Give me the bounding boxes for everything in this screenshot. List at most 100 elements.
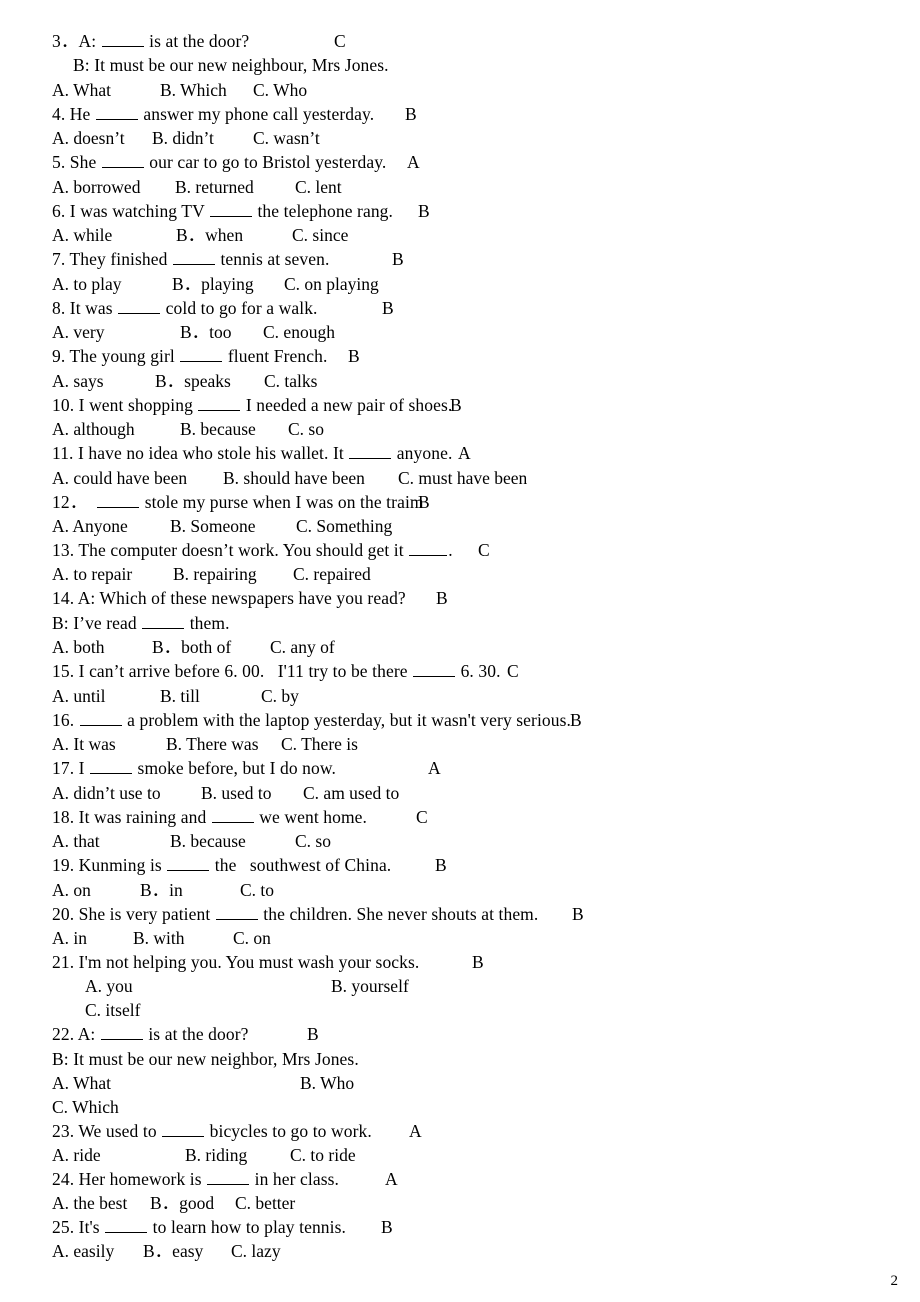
- stem-before: A:: [74, 1024, 100, 1044]
- question-stem: 24. Her homework is in her class.: [52, 1169, 339, 1189]
- stem-after: is at the door?: [143, 1024, 249, 1044]
- question-number: 22.: [52, 1024, 75, 1044]
- option-a: A. on: [52, 880, 91, 900]
- option-b: B．good: [150, 1193, 215, 1213]
- question-number: 17.: [52, 758, 75, 778]
- answer-key: A: [458, 443, 471, 463]
- stem-after: stole my purse when I was on the traim: [140, 492, 424, 512]
- answer-key: B: [405, 104, 417, 124]
- option-c: C. lazy: [231, 1241, 281, 1261]
- question-stem: 3．A: is at the door?: [52, 31, 249, 51]
- option-c: C. to: [240, 880, 275, 900]
- stem-before: [87, 492, 96, 512]
- question-stem: 6. I was watching TV the telephone rang.: [52, 201, 393, 221]
- option-a: A. to play: [52, 274, 122, 294]
- option-b: B. riding: [185, 1145, 248, 1165]
- question-number: 19.: [52, 855, 75, 875]
- option-a: A. easily: [52, 1241, 115, 1261]
- option-b: B．playing: [172, 274, 254, 294]
- stem-after: smoke before, but I do now.: [133, 758, 336, 778]
- question-stem: 23. We used to bicycles to go to work.: [52, 1121, 372, 1141]
- option-c: C. talks: [264, 371, 318, 391]
- option-b: B. should have been: [223, 468, 365, 488]
- stem-after: is at the door?: [144, 31, 250, 51]
- answer-key: A: [407, 152, 420, 172]
- option-b: B. repairing: [173, 564, 257, 584]
- option-c: C. since: [292, 225, 349, 245]
- question-extra-line: B: I’ve read them.: [52, 613, 230, 633]
- option-b: B. till: [160, 686, 200, 706]
- answer-blank: [101, 32, 144, 47]
- option-c: C. by: [261, 686, 299, 706]
- option-a: A. It was: [52, 734, 116, 754]
- answer-blank: [105, 1218, 148, 1233]
- question-stem: 10. I went shopping I needed a new pair …: [52, 395, 452, 415]
- question-stem: 8. It was cold to go for a walk.: [52, 298, 318, 318]
- question-number: 18.: [52, 807, 75, 827]
- option-b: B. There was: [166, 734, 259, 754]
- answer-blank: [211, 808, 254, 823]
- option-c: C. so: [295, 831, 331, 851]
- option-a: A. although: [52, 419, 135, 439]
- answer-key: B: [435, 855, 447, 875]
- stem-before: I was watching TV: [65, 201, 209, 221]
- option-b: B．in: [140, 880, 183, 900]
- question-stem: 20. She is very patient the children. Sh…: [52, 904, 538, 924]
- question-stem: 22. A: is at the door?: [52, 1024, 249, 1044]
- option-c: C. itself: [85, 1000, 141, 1020]
- option-c: C. on: [233, 928, 271, 948]
- option-a: A. while: [52, 225, 113, 245]
- option-a: A. Anyone: [52, 516, 128, 536]
- answer-key: A: [428, 758, 441, 778]
- answer-blank: [118, 299, 161, 314]
- option-b: B．when: [176, 225, 244, 245]
- stem-before: She is very patient: [74, 904, 215, 924]
- answer-key: C: [334, 31, 346, 51]
- answer-key: B: [307, 1024, 319, 1044]
- question-number: 3．: [52, 31, 79, 51]
- question-stem: 19. Kunming is the southwest of China.: [52, 855, 391, 875]
- question-stem: 9. The young girl fluent French.: [52, 346, 327, 366]
- answer-key: B: [570, 710, 582, 730]
- question-stem: 17. I smoke before, but I do now.: [52, 758, 336, 778]
- answer-blank: [79, 711, 122, 726]
- option-b: B. because: [170, 831, 246, 851]
- question-number: 8.: [52, 298, 66, 318]
- question-stem: 14. A: Which of these newspapers have yo…: [52, 588, 406, 608]
- stem-after: fluent French.: [223, 346, 328, 366]
- option-b: B. with: [133, 928, 185, 948]
- stem-before: It was: [65, 298, 118, 318]
- stem-after: cold to go for a walk.: [161, 298, 318, 318]
- stem-after: to learn how to play tennis.: [148, 1217, 346, 1237]
- question-number: 5.: [52, 152, 66, 172]
- answer-key: B: [450, 395, 462, 415]
- option-b: B. Which: [160, 80, 227, 100]
- answer-key: B: [572, 904, 584, 924]
- extra-line-before: B: I’ve read: [52, 613, 142, 633]
- stem-before: The computer doesn’t work. You should ge…: [74, 540, 409, 560]
- page-number: 2: [890, 1273, 899, 1289]
- stem-before: It was raining and: [74, 807, 211, 827]
- option-b: B．too: [180, 322, 232, 342]
- option-a: A. both: [52, 637, 105, 657]
- option-c: C. lent: [295, 177, 342, 197]
- option-a: A. could have been: [52, 468, 188, 488]
- option-a: A. doesn’t: [52, 128, 125, 148]
- stem-after: 6. 30.: [456, 661, 501, 681]
- stem-after: the children. She never shouts at them.: [258, 904, 539, 924]
- stem-before: We used to: [74, 1121, 162, 1141]
- extra-line-after: them.: [185, 613, 230, 633]
- answer-blank: [349, 444, 392, 459]
- question-number: 10.: [52, 395, 75, 415]
- stem-after: the southwest of China.: [210, 855, 392, 875]
- option-c: C. better: [235, 1193, 296, 1213]
- answer-blank: [413, 662, 456, 677]
- option-b: B. Who: [300, 1073, 355, 1093]
- answer-key: B: [472, 952, 484, 972]
- option-b: B. returned: [175, 177, 254, 197]
- answer-blank: [95, 105, 138, 120]
- stem-before: Kunming is: [74, 855, 167, 875]
- option-b: B. because: [180, 419, 256, 439]
- stem-before: A: Which of these newspapers have you re…: [74, 588, 406, 608]
- option-b: B．both of: [152, 637, 232, 657]
